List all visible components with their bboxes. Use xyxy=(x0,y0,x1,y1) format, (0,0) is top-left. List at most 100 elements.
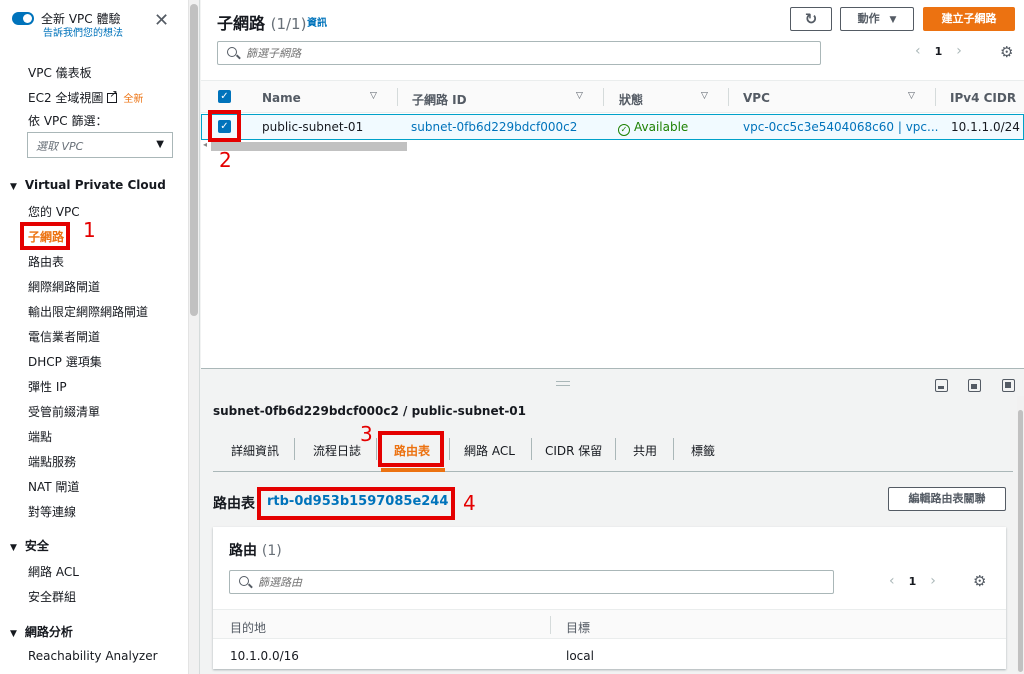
section-title: Virtual Private Cloud xyxy=(24,178,166,192)
chevron-right-icon[interactable]: › xyxy=(956,43,962,59)
sidebar-item-network-acls[interactable]: 網路 ACL xyxy=(28,563,79,580)
section-network-analysis[interactable]: ▼ 網路分析 xyxy=(10,623,73,640)
detail-scrollbar-thumb[interactable] xyxy=(1018,410,1023,672)
subnet-detail-title: subnet-0fb6d229bdcf000c2 / public-subnet… xyxy=(213,404,527,418)
column-header-name[interactable]: Name xyxy=(262,91,301,105)
sort-icon[interactable]: ▽ xyxy=(370,91,377,101)
detail-tabs: 詳細資訊 流程日誌 路由表 網路 ACL CIDR 保留 共用 標籤 xyxy=(213,430,1013,472)
selection-count: (1/1) xyxy=(270,15,307,33)
actions-button[interactable]: 動作 ▼ xyxy=(840,7,914,31)
table-horizontal-scrollbar[interactable]: ◂ xyxy=(201,140,1024,153)
tab-divider xyxy=(531,438,532,460)
tab-divider xyxy=(449,438,450,460)
column-divider[interactable] xyxy=(935,88,936,106)
gear-icon[interactable]: ⚙ xyxy=(1000,43,1013,61)
column-header-target[interactable]: 目標 xyxy=(566,619,590,636)
refresh-icon: ↻ xyxy=(804,10,818,28)
subnet-filter-input[interactable] xyxy=(246,45,728,61)
select-all-checkbox[interactable]: ✓ xyxy=(218,90,231,103)
sidebar-item-your-vpcs[interactable]: 您的 VPC xyxy=(28,203,80,220)
annotation-number-3: 3 xyxy=(360,422,373,446)
annotation-number-2: 2 xyxy=(219,148,232,172)
annotation-box-3 xyxy=(378,431,444,467)
column-header-destination[interactable]: 目的地 xyxy=(230,619,266,636)
subnet-filter-search[interactable] xyxy=(217,41,821,65)
section-security[interactable]: ▼ 安全 xyxy=(10,537,49,554)
sidebar-item-security-groups[interactable]: 安全群組 xyxy=(28,588,76,605)
layout-bottom-icon[interactable] xyxy=(935,379,948,392)
column-divider[interactable] xyxy=(397,88,398,106)
sidebar-item-carrier-gateways[interactable]: 電信業者閘道 xyxy=(28,328,100,345)
sidebar-item-endpoint-services[interactable]: 端點服務 xyxy=(28,453,76,470)
routes-page-number[interactable]: 1 xyxy=(909,575,917,588)
tab-flow-logs[interactable]: 流程日誌 xyxy=(313,442,361,459)
page-number[interactable]: 1 xyxy=(935,45,943,58)
subnets-panel: 子網路 (1/1) 資訊 ↻ 動作 ▼ 建立子網路 ‹ 1 › ⚙ ✓ Name ▽… xyxy=(201,0,1024,368)
sidebar-item-dhcp-options[interactable]: DHCP 選項集 xyxy=(28,353,102,370)
column-divider[interactable] xyxy=(728,88,729,106)
tab-sharing[interactable]: 共用 xyxy=(633,442,657,459)
sort-icon[interactable]: ▽ xyxy=(576,91,583,101)
caret-down-icon: ▼ xyxy=(10,629,17,639)
cell-vpc-link[interactable]: vpc-0cc5c3e5404068c60 | vpc... xyxy=(743,120,938,134)
refresh-button[interactable]: ↻ xyxy=(790,7,832,31)
gear-icon[interactable]: ⚙ xyxy=(973,572,986,590)
annotation-box-2 xyxy=(208,110,241,142)
route-filter-search[interactable] xyxy=(229,570,834,594)
section-virtual-private-cloud[interactable]: ▼ Virtual Private Cloud xyxy=(10,178,166,192)
horizontal-scrollbar-thumb[interactable] xyxy=(211,142,407,151)
tab-tags[interactable]: 標籤 xyxy=(691,442,715,459)
sidebar-item-endpoints[interactable]: 端點 xyxy=(28,428,52,445)
sidebar-item-prefix-lists[interactable]: 受管前綴清單 xyxy=(28,403,100,420)
ec2-global-view-label: EC2 全域視圖 xyxy=(28,91,104,105)
tab-details[interactable]: 詳細資訊 xyxy=(231,442,279,459)
feedback-link[interactable]: 告訴我們您的想法 xyxy=(43,24,123,39)
sidebar-scrollbar-thumb[interactable] xyxy=(190,4,198,316)
tab-network-acl[interactable]: 網路 ACL xyxy=(464,442,515,459)
vpc-dashboard-link[interactable]: VPC 儀表板 xyxy=(28,64,92,81)
chevron-right-icon[interactable]: › xyxy=(930,573,936,589)
cell-subnet-id-link[interactable]: subnet-0fb6d229bdcf000c2 xyxy=(411,120,577,134)
column-divider[interactable] xyxy=(603,88,604,106)
search-icon xyxy=(239,576,249,586)
layout-side-icon[interactable] xyxy=(968,379,981,392)
column-header-ipv4-cidr[interactable]: IPv4 CIDR xyxy=(950,91,1016,105)
column-header-vpc[interactable]: VPC xyxy=(743,91,770,105)
vpc-filter-select[interactable]: 選取 VPC ▼ xyxy=(27,132,173,158)
sort-icon[interactable]: ▽ xyxy=(701,91,708,101)
column-divider[interactable] xyxy=(550,616,551,634)
routes-title-text: 路由 xyxy=(229,543,257,559)
tab-divider xyxy=(376,438,377,460)
sidebar-item-route-tables[interactable]: 路由表 xyxy=(28,253,64,270)
main-content: 子網路 (1/1) 資訊 ↻ 動作 ▼ 建立子網路 ‹ 1 › ⚙ ✓ Name ▽… xyxy=(201,0,1024,674)
cell-name: public-subnet-01 xyxy=(262,120,364,134)
sidebar-item-elastic-ips[interactable]: 彈性 IP xyxy=(28,378,67,395)
column-header-status[interactable]: 狀態 xyxy=(619,91,643,108)
chevron-left-icon[interactable]: ‹ xyxy=(915,43,921,59)
sidebar-item-reachability-analyzer[interactable]: Reachability Analyzer xyxy=(28,649,158,663)
sidebar-item-internet-gateways[interactable]: 網際網路閘道 xyxy=(28,278,100,295)
layout-full-icon[interactable] xyxy=(1002,379,1015,392)
edit-route-table-association-button[interactable]: 編輯路由表關聯 xyxy=(888,487,1006,511)
split-divider[interactable] xyxy=(201,368,1024,369)
subnets-table-header: ✓ Name ▽ 子網路 ID ▽ 狀態 ▽ VPC ▽ IPv4 CIDR xyxy=(201,80,1024,113)
annotation-number-1: 1 xyxy=(83,218,96,242)
chevron-left-icon[interactable]: ‹ xyxy=(889,573,895,589)
sort-icon[interactable]: ▽ xyxy=(908,91,915,101)
ec2-global-view-link[interactable]: EC2 全域視圖 全新 xyxy=(28,89,143,106)
close-icon[interactable]: ✕ xyxy=(154,12,169,30)
sidebar-item-nat-gateways[interactable]: NAT 閘道 xyxy=(28,478,79,495)
column-header-subnet-id[interactable]: 子網路 ID xyxy=(412,91,467,108)
sidebar-item-egress-only-igw[interactable]: 輸出限定網際網路閘道 xyxy=(28,303,148,320)
new-experience-toggle[interactable] xyxy=(12,12,34,25)
route-filter-input[interactable] xyxy=(258,574,741,590)
tab-cidr-reservations[interactable]: CIDR 保留 xyxy=(545,442,602,459)
scroll-left-icon[interactable]: ◂ xyxy=(203,140,207,149)
actions-label: 動作 xyxy=(857,12,880,25)
resize-handle-icon[interactable] xyxy=(556,381,570,386)
status-text: Available xyxy=(634,120,689,134)
info-link[interactable]: 資訊 xyxy=(307,14,327,29)
sidebar-item-peering[interactable]: 對等連線 xyxy=(28,503,76,520)
create-subnet-button[interactable]: 建立子網路 xyxy=(923,7,1015,31)
table-row[interactable]: ✓ public-subnet-01 subnet-0fb6d229bdcf00… xyxy=(201,114,1024,140)
